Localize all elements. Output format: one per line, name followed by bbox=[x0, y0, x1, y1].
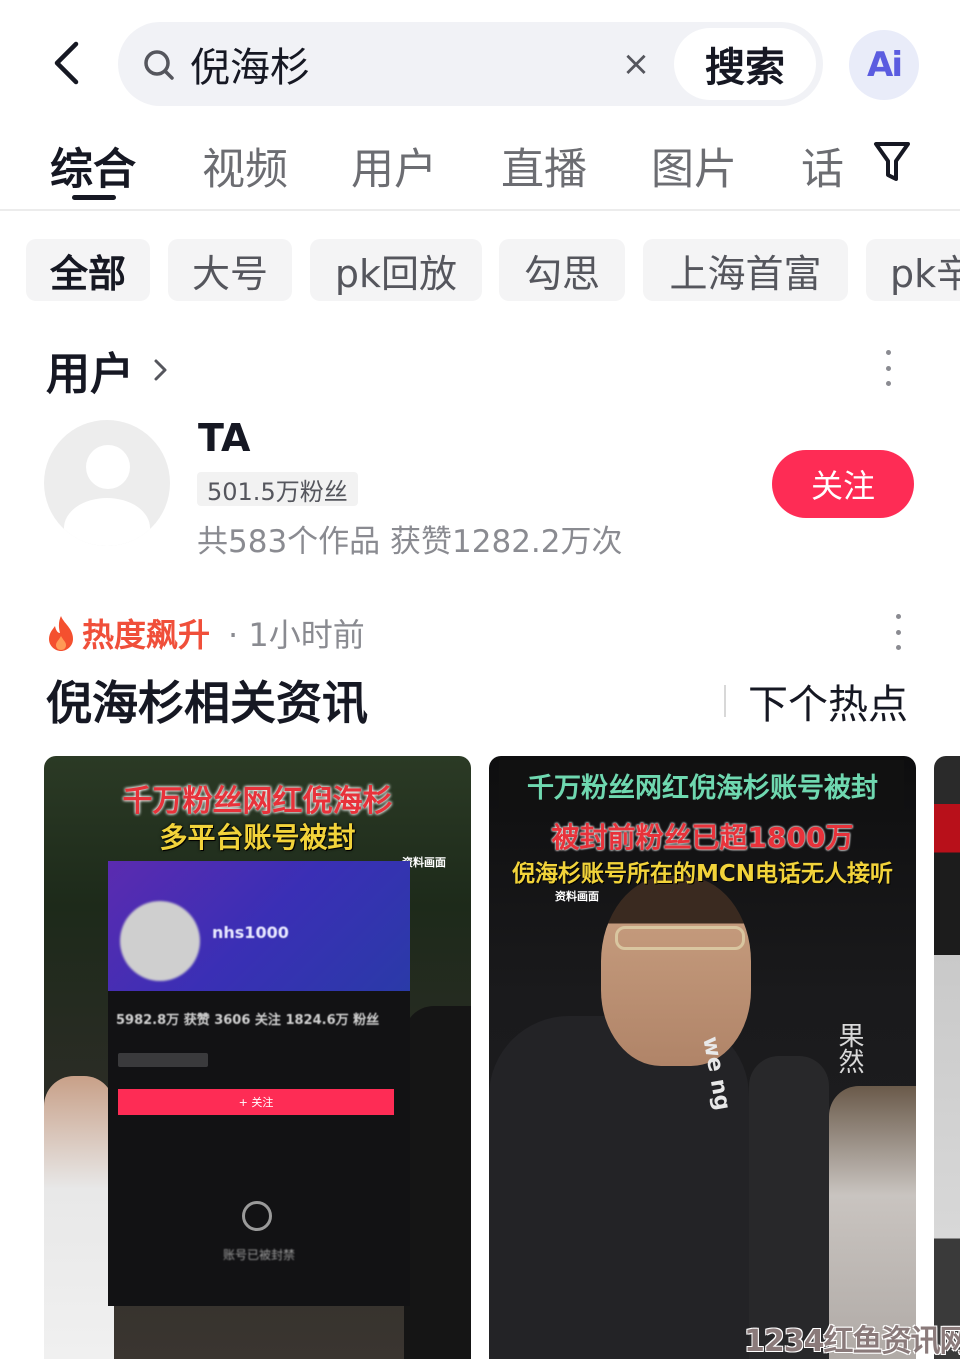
profile-avatar bbox=[120, 901, 200, 981]
profile-stats: 5982.8万 获赞 3606 关注 1824.6万 粉丝 bbox=[116, 1013, 380, 1028]
chip-pk-replay[interactable]: pk回放 bbox=[310, 239, 482, 301]
users-more-options-icon[interactable] bbox=[878, 346, 898, 390]
video-card-partial[interactable] bbox=[934, 756, 960, 1359]
filter-icon[interactable] bbox=[872, 139, 912, 185]
flame-icon bbox=[49, 616, 73, 651]
hot-rising-row: 热度飙升 · 1小时前 bbox=[46, 610, 365, 656]
next-hot-label: 下个热点 bbox=[748, 682, 908, 728]
thumbnail-face bbox=[601, 876, 751, 1066]
chip-shanghai-richest[interactable]: 上海首富 bbox=[643, 239, 848, 301]
news-title[interactable]: 倪海杉相关资讯 bbox=[46, 667, 368, 733]
category-tabs: 综合 视频 用户 直播 图片 话 bbox=[0, 125, 960, 211]
thumbnail-glasses bbox=[615, 926, 745, 950]
search-header: × 搜索 Ai bbox=[0, 0, 960, 125]
caption-subline: 被封前粉丝已超1800万 bbox=[551, 821, 854, 854]
tab-users[interactable]: 用户 bbox=[351, 135, 437, 197]
post-time: · 1小时前 bbox=[228, 616, 365, 654]
chip-pk-xin[interactable]: pk辛 bbox=[866, 239, 960, 301]
chip-main-account[interactable]: 大号 bbox=[168, 239, 292, 301]
caption-detail: 倪海杉账号所在的MCN电话无人接听 bbox=[511, 861, 894, 887]
thumbnail-figure bbox=[749, 1056, 829, 1359]
thumbnail-figure bbox=[44, 1076, 114, 1359]
divider bbox=[724, 685, 726, 717]
search-button[interactable]: 搜索 bbox=[674, 28, 816, 100]
ban-message: 账号已被封禁 bbox=[222, 1248, 295, 1262]
user-stats: 共583个作品 获赞1282.2万次 bbox=[197, 524, 623, 560]
caption-headline: 千万粉丝网红倪海杉 bbox=[122, 784, 393, 819]
tab-topics[interactable]: 话 bbox=[801, 135, 844, 197]
ai-assistant-button[interactable]: Ai bbox=[849, 30, 919, 100]
chip-all[interactable]: 全部 bbox=[26, 239, 150, 301]
clear-search-button[interactable]: × bbox=[618, 44, 654, 84]
chip-gousi[interactable]: 勾思 bbox=[499, 239, 625, 301]
tab-live[interactable]: 直播 bbox=[501, 135, 587, 197]
close-icon: × bbox=[621, 44, 651, 84]
default-avatar-icon bbox=[86, 445, 130, 489]
thumbnail-figure bbox=[404, 1006, 471, 1359]
search-bar[interactable]: × 搜索 bbox=[118, 22, 823, 106]
filter-chips: 全部 大号 pk回放 勾思 上海首富 pk辛 bbox=[0, 225, 960, 315]
caption-headline: 千万粉丝网红倪海杉账号被封 bbox=[527, 773, 878, 804]
video-card[interactable]: 千万粉丝网红倪海杉 多平台账号被封 资料画面 nhs1000 5982.8万 获… bbox=[44, 756, 471, 1359]
video-card[interactable]: we ng 果然 千万粉丝网红倪海杉账号被封 被封前粉丝已超1800万 倪海杉账… bbox=[489, 756, 916, 1359]
search-icon bbox=[144, 50, 174, 80]
chevron-right-icon bbox=[154, 359, 167, 381]
ai-icon: Ai bbox=[867, 45, 903, 85]
tab-comprehensive[interactable]: 综合 bbox=[50, 135, 136, 197]
user-avatar[interactable] bbox=[44, 420, 170, 546]
search-input[interactable] bbox=[190, 34, 610, 94]
tab-video[interactable]: 视频 bbox=[202, 135, 288, 197]
side-watermark: 果然 bbox=[834, 1022, 864, 1074]
caption-subline: 多平台账号被封 bbox=[159, 821, 356, 854]
profile-username: nhs1000 bbox=[212, 923, 289, 942]
section-title: 用户 bbox=[46, 349, 134, 400]
chevron-left-icon bbox=[54, 41, 79, 85]
profile-screenshot: nhs1000 5982.8万 获赞 3606 关注 1824.6万 粉丝 + … bbox=[108, 861, 410, 1306]
users-section-header[interactable]: 用户 bbox=[46, 338, 172, 402]
default-avatar-body bbox=[64, 498, 150, 546]
user-name[interactable]: TA bbox=[198, 416, 250, 460]
active-tab-indicator bbox=[72, 195, 116, 200]
follow-button[interactable]: 关注 bbox=[772, 450, 914, 518]
source-tag: 资料画面 bbox=[555, 890, 599, 903]
news-more-options-icon[interactable] bbox=[888, 610, 908, 654]
profile-follow-bar: + 关注 bbox=[118, 1089, 394, 1115]
back-button[interactable] bbox=[44, 38, 88, 88]
site-watermark: 1234红鱼资讯网 bbox=[744, 1324, 960, 1359]
hot-label: 热度飙升 bbox=[82, 616, 211, 654]
ban-icon bbox=[242, 1201, 272, 1231]
profile-tags bbox=[118, 1053, 208, 1067]
tab-images[interactable]: 图片 bbox=[651, 135, 737, 197]
next-hot-topic-button[interactable]: 下个热点 bbox=[724, 672, 908, 730]
fans-count-badge: 501.5万粉丝 bbox=[197, 472, 358, 506]
